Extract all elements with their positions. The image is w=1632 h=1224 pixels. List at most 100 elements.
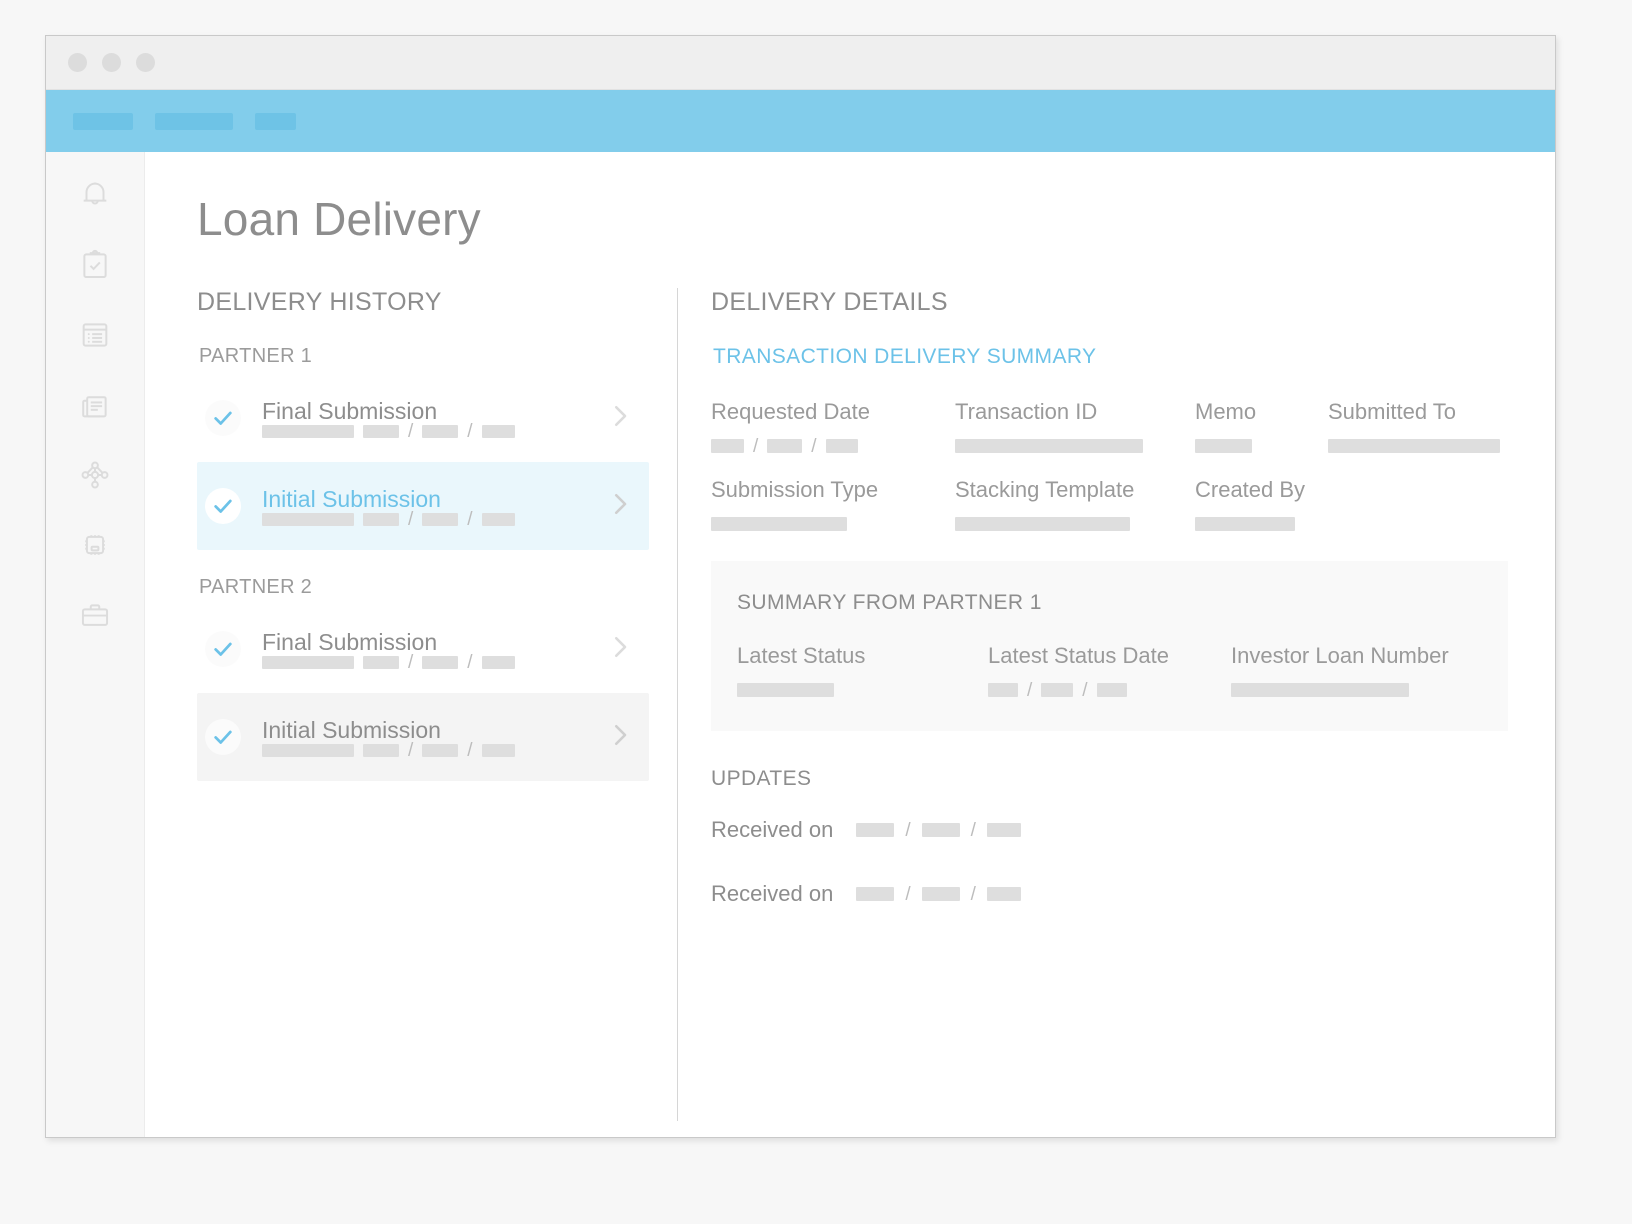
chevron-right-icon[interactable]: [605, 720, 635, 755]
summary-from-partner-panel: SUMMARY FROM PARTNER 1 Latest Status Lat…: [711, 561, 1508, 731]
field-label: Submitted To: [1328, 399, 1457, 424]
main-content: Loan Delivery DELIVERY HISTORY PARTNER 1: [145, 152, 1555, 1137]
date-separator: /: [1082, 679, 1088, 701]
list-item-meta: / /: [262, 741, 595, 760]
update-label: Received on: [711, 817, 834, 842]
app-window: Loan Delivery DELIVERY HISTORY PARTNER 1: [45, 35, 1556, 1138]
chevron-right-icon[interactable]: [605, 632, 635, 667]
date-separator: /: [905, 883, 911, 905]
date-day-placeholder: [422, 425, 459, 438]
date-year-placeholder: [986, 823, 1021, 837]
date-month-placeholder: [363, 425, 399, 438]
field-label: Submission Type: [711, 477, 879, 502]
value-placeholder: [1231, 683, 1409, 697]
update-label: Received on: [711, 881, 834, 906]
list-item-body: Initial Submission / /: [262, 717, 595, 760]
clipboard-check-icon[interactable]: [78, 248, 112, 282]
field-label: Transaction ID: [955, 399, 1098, 424]
delivery-details-pane: DELIVERY DETAILS TRANSACTION DELIVERY SU…: [678, 288, 1508, 1121]
field-investor-loan-number: Investor Loan Number: [1231, 643, 1481, 697]
partner-group-label: PARTNER 1: [199, 345, 313, 367]
check-circle-icon: [205, 400, 241, 436]
chevron-right-icon[interactable]: [605, 401, 635, 436]
field-label: Created By: [1195, 477, 1306, 502]
list-item-body: Initial Submission / /: [262, 486, 595, 530]
list-item-meta: / /: [262, 422, 595, 441]
delivery-history-heading: DELIVERY HISTORY: [197, 288, 442, 316]
check-circle-icon: [205, 488, 241, 524]
list-item-selected[interactable]: Initial Submission / /: [197, 462, 649, 550]
close-button[interactable]: [68, 53, 87, 72]
nav-block-3[interactable]: [255, 112, 296, 130]
field-value: [1328, 439, 1508, 453]
partner-group-label: PARTNER 2: [199, 576, 313, 598]
list-item-meta: / /: [262, 509, 595, 530]
field-submitted-to: Submitted To: [1328, 399, 1508, 453]
date-year-placeholder: [481, 425, 515, 438]
date-day-placeholder: [422, 744, 459, 757]
app-navbar: [46, 90, 1555, 152]
field-latest-status-date: Latest Status Date / /: [988, 643, 1231, 701]
list-item[interactable]: Final Submission / /: [197, 605, 649, 693]
field-label: Memo: [1195, 399, 1257, 424]
date-month-placeholder: [711, 439, 744, 453]
minimize-button[interactable]: [102, 53, 121, 72]
summary-fields-row: Latest Status Latest Status Date / / Inv…: [737, 643, 1482, 701]
field-value: [1195, 517, 1328, 531]
date-year-placeholder: [1096, 683, 1127, 697]
panes-container: DELIVERY HISTORY PARTNER 1 Final Submiss…: [197, 288, 1508, 1121]
update-row: Received on / /: [711, 817, 1508, 843]
chevron-right-icon[interactable]: [605, 489, 635, 524]
date-separator: /: [970, 819, 976, 841]
date-separator: /: [970, 883, 976, 905]
list-item-hovered[interactable]: Initial Submission / /: [197, 693, 649, 781]
date-separator: /: [811, 435, 817, 457]
date-month-placeholder: [363, 513, 399, 526]
field-value: / /: [711, 435, 955, 457]
documents-icon[interactable]: [78, 388, 112, 422]
details-row-1: Requested Date / / Transaction ID Memo S…: [711, 399, 1508, 457]
nav-block-2[interactable]: [155, 112, 233, 130]
field-transaction-id: Transaction ID: [955, 399, 1195, 453]
date-year-placeholder: [481, 744, 515, 757]
value-placeholder: [955, 517, 1130, 531]
field-value: [737, 683, 988, 697]
date-month-placeholder: [856, 887, 895, 901]
value-placeholder: [1195, 517, 1295, 531]
field-label: Stacking Template: [955, 477, 1135, 502]
date-separator: /: [467, 509, 473, 530]
value-placeholder: [1328, 439, 1500, 453]
window-titlebar: [46, 36, 1555, 90]
list-item[interactable]: Final Submission / /: [197, 374, 649, 462]
date-month-placeholder: [856, 823, 895, 837]
transaction-delivery-summary-link[interactable]: TRANSACTION DELIVERY SUMMARY: [713, 345, 1508, 369]
name-placeholder: [262, 425, 354, 438]
field-value: [1231, 683, 1481, 697]
field-value: [955, 439, 1195, 453]
list-item-body: Final Submission / /: [262, 398, 595, 441]
value-placeholder: [711, 517, 847, 531]
field-label: Latest Status Date: [988, 643, 1169, 668]
chip-icon[interactable]: [78, 528, 112, 562]
date-year-placeholder: [481, 513, 515, 526]
updates-title: UPDATES: [711, 767, 812, 790]
name-placeholder: [262, 513, 354, 526]
date-year-placeholder: [481, 656, 515, 669]
field-value: [711, 517, 955, 531]
field-value: [955, 517, 1195, 531]
nav-block-1[interactable]: [73, 112, 133, 130]
date-year-placeholder: [986, 887, 1021, 901]
value-placeholder: [1195, 439, 1252, 453]
field-stacking-template: Stacking Template: [955, 477, 1195, 531]
network-nodes-icon[interactable]: [78, 458, 112, 492]
list-document-icon[interactable]: [78, 318, 112, 352]
briefcase-icon[interactable]: [78, 598, 112, 632]
date-day-placeholder: [767, 439, 803, 453]
date-month-placeholder: [363, 744, 399, 757]
date-separator: /: [905, 819, 911, 841]
page-title: Loan Delivery: [197, 193, 481, 245]
date-month-placeholder: [363, 656, 399, 669]
bell-icon[interactable]: [78, 178, 112, 212]
maximize-button[interactable]: [136, 53, 155, 72]
field-requested-date: Requested Date / /: [711, 399, 955, 457]
